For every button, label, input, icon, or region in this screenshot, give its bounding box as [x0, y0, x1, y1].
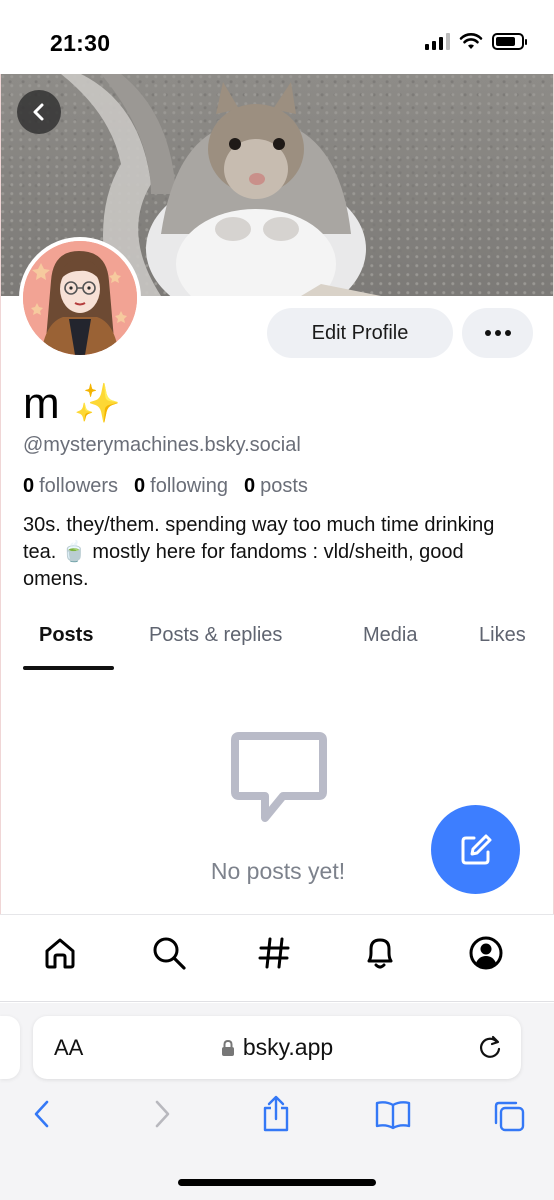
reload-icon[interactable] [477, 1034, 503, 1060]
compose-post-button[interactable] [431, 805, 520, 894]
url-display[interactable]: bsky.app [33, 1034, 521, 1061]
more-options-button[interactable] [462, 308, 533, 358]
profile-icon[interactable] [468, 935, 504, 971]
bookmarks-icon[interactable] [374, 1099, 412, 1131]
ellipsis-icon [484, 330, 511, 336]
followers-count: 0 [23, 475, 35, 497]
display-name: m ✨ [23, 379, 121, 429]
hashtag-icon[interactable] [256, 935, 292, 971]
sparkles-icon: ✨ [73, 383, 121, 425]
active-tab-indicator [23, 666, 114, 670]
display-name-text: m [23, 379, 60, 428]
profile-stats: 0 followers 0 following 0 posts [23, 475, 308, 498]
home-indicator [178, 1179, 376, 1186]
battery-icon [492, 32, 527, 50]
browser-forward-icon[interactable] [150, 1099, 174, 1129]
followers-stat[interactable]: 0 followers [23, 475, 118, 498]
followers-label: followers [39, 475, 119, 497]
following-label: following [150, 475, 228, 497]
chevron-left-icon [33, 103, 44, 121]
url-text: bsky.app [242, 1034, 334, 1060]
signal-icon [425, 32, 450, 50]
posts-stat: 0 posts [244, 475, 308, 498]
lock-icon [221, 1039, 234, 1056]
browser-toolbar: AA bsky.app [0, 1003, 554, 1200]
tab-posts-and-replies[interactable]: Posts & replies [149, 624, 282, 647]
wifi-icon [459, 33, 483, 49]
previous-tab-peek[interactable] [0, 1016, 20, 1079]
profile-tabs: Posts Posts & replies Media Likes [1, 614, 553, 672]
browser-back-icon[interactable] [30, 1099, 54, 1129]
profile-page: Edit Profile m ✨ @mysterymachines.bsky.s… [0, 74, 554, 914]
address-bar[interactable]: AA bsky.app [33, 1016, 521, 1079]
tab-likes[interactable]: Likes [479, 624, 526, 647]
posts-label: posts [260, 475, 308, 497]
tab-media[interactable]: Media [363, 624, 417, 647]
posts-count: 0 [244, 475, 256, 497]
tab-posts[interactable]: Posts [39, 624, 93, 647]
following-count: 0 [134, 475, 146, 497]
profile-avatar[interactable] [19, 237, 141, 359]
status-icons [425, 32, 527, 50]
notifications-icon[interactable] [362, 935, 398, 971]
status-time: 21:30 [50, 30, 111, 56]
edit-profile-button[interactable]: Edit Profile [267, 308, 453, 358]
bottom-nav [0, 914, 554, 1002]
tabs-icon[interactable] [492, 1099, 526, 1133]
following-stat[interactable]: 0 following [134, 475, 228, 498]
share-icon[interactable] [260, 1095, 292, 1133]
avatar-illustration [23, 241, 137, 355]
back-button[interactable] [17, 90, 61, 134]
home-icon[interactable] [42, 935, 78, 971]
search-icon[interactable] [151, 935, 187, 971]
profile-bio: 30s. they/them. spending way too much ti… [23, 514, 495, 590]
message-bubble-icon [231, 732, 327, 822]
compose-icon [461, 834, 491, 864]
profile-handle: @mysterymachines.bsky.social [23, 434, 301, 456]
status-bar: 21:30 [0, 0, 554, 74]
